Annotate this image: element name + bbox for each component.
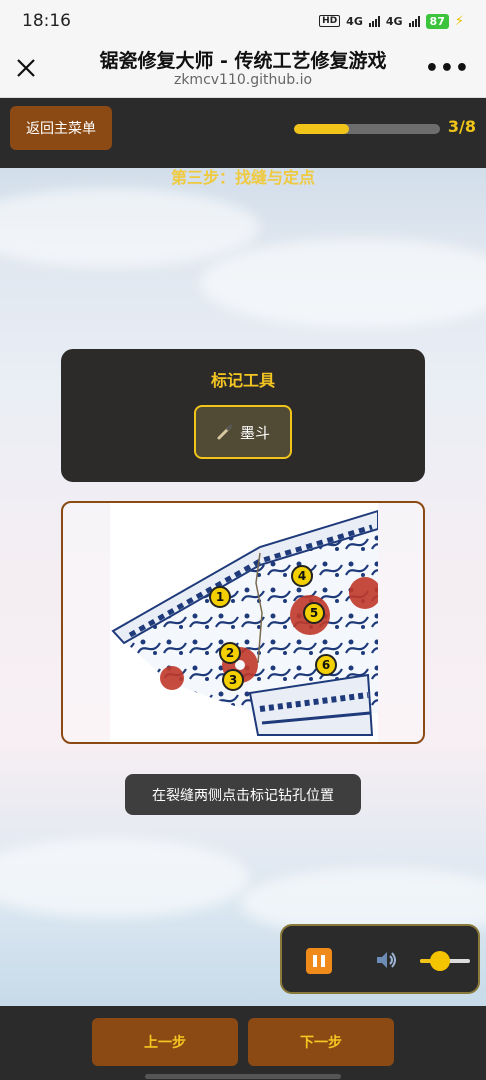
game-area: 返回主菜单 3/8 第三步：找缝与定点 标记工具 墨斗 1 2 3 4 5 6 … bbox=[0, 98, 486, 1080]
battery-indicator: 87 bbox=[425, 13, 449, 29]
cloud-decoration bbox=[200, 238, 486, 328]
marker-3[interactable]: 3 bbox=[222, 669, 244, 691]
marker-2[interactable]: 2 bbox=[219, 642, 241, 664]
cloud-decoration bbox=[0, 188, 260, 268]
progress-bar bbox=[294, 124, 440, 134]
browser-header: 锯瓷修复大师 - 传统工艺修复游戏 zkmcv110.github.io ••• bbox=[0, 42, 486, 98]
speaker-icon[interactable] bbox=[374, 948, 398, 972]
status-icons: HD 4G 4G 87 ⚡ bbox=[319, 13, 464, 29]
cloud-decoration bbox=[0, 838, 250, 918]
marker-5[interactable]: 5 bbox=[303, 602, 325, 624]
brush-icon bbox=[217, 424, 233, 440]
signal-1-icon bbox=[368, 15, 380, 27]
page-title: 锯瓷修复大师 - 传统工艺修复游戏 bbox=[99, 50, 387, 72]
instruction-hint: 在裂缝两侧点击标记钻孔位置 bbox=[125, 774, 361, 815]
ink-marker-tool-button[interactable]: 墨斗 bbox=[194, 405, 292, 459]
step-title: 第三步：找缝与定点 bbox=[170, 168, 315, 187]
bowl-image-frame: 1 2 3 4 5 6 bbox=[61, 501, 425, 744]
volume-knob[interactable] bbox=[430, 951, 450, 971]
audio-controls bbox=[280, 924, 480, 994]
home-indicator bbox=[145, 1074, 341, 1079]
tool-label: 墨斗 bbox=[239, 423, 270, 442]
charging-icon: ⚡ bbox=[454, 13, 464, 29]
tools-panel: 标记工具 墨斗 bbox=[61, 349, 425, 482]
status-bar: 18:16 HD 4G 4G 87 ⚡ bbox=[0, 0, 486, 42]
more-icon[interactable]: ••• bbox=[425, 56, 470, 81]
signal-2-icon bbox=[408, 15, 420, 27]
close-icon[interactable] bbox=[12, 54, 40, 82]
porcelain-bowl-illustration bbox=[111, 509, 381, 736]
progress-fill bbox=[294, 124, 349, 134]
previous-step-button[interactable]: 上一步 bbox=[92, 1018, 238, 1066]
marker-4[interactable]: 4 bbox=[291, 565, 313, 587]
back-to-menu-button[interactable]: 返回主菜单 bbox=[10, 106, 112, 150]
status-time: 18:16 bbox=[22, 11, 71, 31]
next-step-button[interactable]: 下一步 bbox=[248, 1018, 394, 1066]
game-topbar: 返回主菜单 3/8 bbox=[0, 98, 486, 168]
bottom-nav: 上一步 下一步 bbox=[0, 1006, 486, 1080]
bowl-image[interactable]: 1 2 3 4 5 6 bbox=[110, 503, 381, 742]
hd-badge: HD bbox=[319, 15, 341, 27]
tools-title: 标记工具 bbox=[210, 371, 275, 390]
marker-1[interactable]: 1 bbox=[209, 586, 231, 608]
pause-icon[interactable] bbox=[306, 948, 332, 974]
marker-6[interactable]: 6 bbox=[315, 654, 337, 676]
page-url: zkmcv110.github.io bbox=[173, 72, 313, 88]
progress-text: 3/8 bbox=[447, 117, 476, 136]
network-1-label: 4G bbox=[346, 14, 363, 28]
network-2-label: 4G bbox=[385, 14, 403, 28]
